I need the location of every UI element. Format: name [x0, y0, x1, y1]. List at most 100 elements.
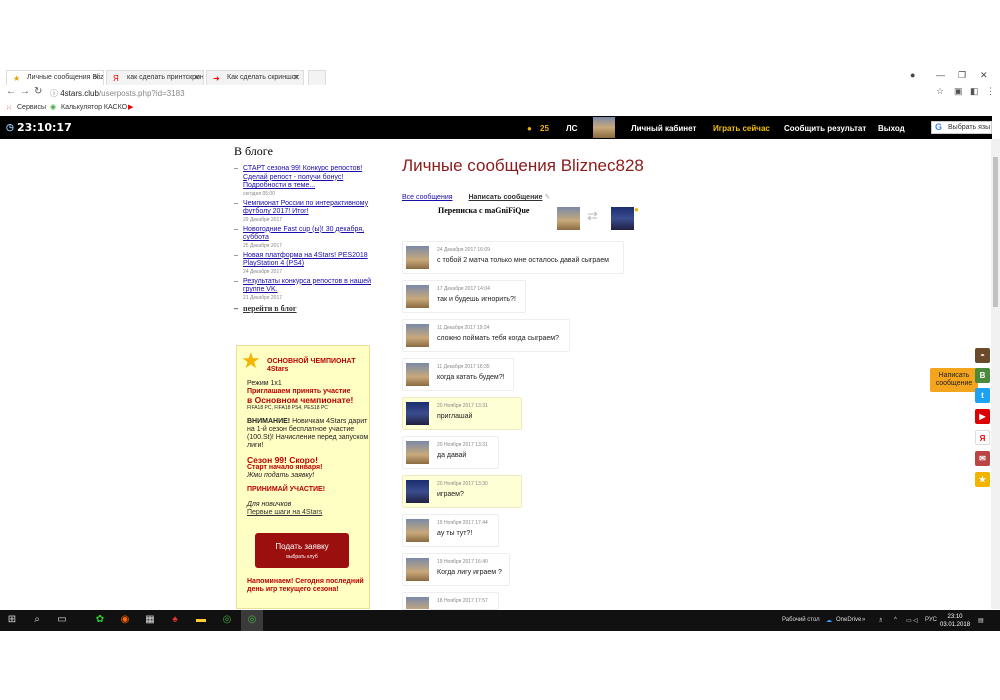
blog-link[interactable]: Новогодние Fast cup (ы)! 30 декабря, суб… [243, 226, 364, 242]
write-message-widget[interactable]: Написать сообщение [930, 368, 978, 392]
desktop-label[interactable]: Рабочий стол [782, 617, 820, 623]
page-scrollbar[interactable] [991, 139, 1000, 609]
all-messages-link[interactable]: Все сообщения [402, 194, 453, 201]
windows-taskbar: ⊞ ⌕ ▭ ✿ ◉ ▦ ♠ ▬ ◎ ◎ Рабочий стол ☁ OneDr… [0, 610, 1000, 631]
notifications-icon[interactable]: ▤ [978, 617, 984, 624]
language-indicator[interactable]: РУС [925, 617, 937, 623]
browser-tab-active[interactable]: ★ Личные сообщения Bliz ✕ [6, 70, 104, 85]
bookmark-services[interactable]: Сервисы [17, 104, 46, 111]
twitter-icon[interactable]: t [975, 388, 990, 403]
avatar[interactable] [593, 117, 615, 138]
info-icon: ⓘ [50, 89, 61, 98]
close-icon[interactable]: ✕ [93, 73, 100, 82]
blog-more-label[interactable]: перейти в блог [243, 304, 297, 313]
promo-season: Сезон 99! Скоро! [247, 455, 318, 465]
close-icon[interactable]: ✕ [293, 73, 300, 82]
windows-start-icon[interactable]: ⊞ [5, 613, 19, 627]
calculator-icon: ◉ [50, 104, 57, 111]
avatar[interactable] [406, 285, 429, 308]
promo-newbies: Для новичков [247, 501, 292, 508]
task-view-icon[interactable]: ▭ [55, 613, 69, 627]
avatar[interactable] [406, 363, 429, 386]
bookmark-star-icon[interactable]: ☆ [936, 86, 944, 97]
avatar[interactable] [406, 441, 429, 464]
tab-label: Личные сообщения Bliz [27, 74, 104, 81]
main-content: Личные сообщения Bliznec828 [402, 156, 922, 176]
apply-button[interactable]: Подать заявку выбрать клуб [255, 533, 349, 568]
blog-item: Результаты конкурса репостов в нашей гру… [234, 278, 374, 302]
new-tab-button[interactable] [308, 70, 326, 85]
write-message-link[interactable]: Написать сообщение [468, 194, 542, 201]
chrome-icon[interactable]: ◎ [245, 613, 259, 627]
tab-label: как сделать принтскрин [127, 74, 204, 81]
person-icon[interactable]: ♗ [878, 617, 883, 624]
message-text: играем? [437, 491, 464, 498]
onedrive-label[interactable]: OneDrive [836, 617, 861, 623]
calculator-icon[interactable]: ▦ [143, 613, 157, 627]
avatar[interactable] [406, 519, 429, 542]
minimize-icon[interactable]: — [936, 70, 945, 80]
apps-icon[interactable]: ⁙ [6, 104, 12, 112]
blog-link[interactable]: Новая платформа на 4Stars! PES2018 PlayS… [243, 252, 368, 268]
my-avatar[interactable] [557, 207, 580, 230]
site-top-bar: ◷ 23:10:17 ● 25 ЛС Личный кабинет Играть… [0, 116, 992, 139]
bookmark-kasko[interactable]: Калькулятор КАСКО [61, 104, 127, 111]
yandex-icon[interactable]: Я [975, 430, 990, 445]
translate-widget[interactable]: G Выбрать язы [931, 121, 992, 134]
clock[interactable]: 23:10 03.01.2018 [940, 613, 970, 629]
maximize-icon[interactable]: ❐ [958, 70, 966, 81]
back-icon[interactable]: ← [6, 86, 16, 97]
browser-tab[interactable]: Я как сделать принтскрин ✕ [106, 70, 204, 85]
folder-icon[interactable]: ▬ [194, 613, 208, 627]
tab-label: Как сделать скриншот [227, 74, 299, 81]
chrome-icon[interactable]: ◎ [220, 613, 234, 627]
close-window-icon[interactable]: ✕ [980, 70, 988, 81]
blog-date: 21 Декабря 2017 [243, 294, 283, 301]
nav-report-result[interactable]: Сообщить результат [784, 124, 866, 133]
avatar[interactable] [406, 402, 429, 425]
avatar[interactable] [406, 480, 429, 503]
blog-link[interactable]: СТАРТ сезона 99! Конкурс репостов! Сдела… [243, 165, 362, 189]
blog-section: В блоге СТАРТ сезона 99! Конкурс репосто… [234, 144, 374, 313]
extension-icon[interactable]: ▣ [954, 86, 963, 97]
message-date: 20 Ноября 2017 13:30 [437, 481, 488, 487]
menu-icon[interactable]: ⋮ [986, 86, 995, 97]
scrollbar-thumb[interactable] [993, 157, 998, 307]
message-item-own: 20 Ноября 2017 13:31 приглашай [402, 397, 522, 430]
app-icon[interactable]: ◉ [118, 613, 132, 627]
ball-icon[interactable]: ◓ [975, 348, 990, 363]
nav-ls[interactable]: ЛС [566, 124, 577, 133]
forward-icon[interactable]: → [20, 86, 30, 97]
avatar[interactable] [406, 246, 429, 269]
blog-more-link[interactable]: перейти в блог [234, 304, 374, 313]
avatar[interactable] [406, 597, 429, 609]
vk-icon[interactable]: В [975, 368, 990, 383]
promo-first-steps-link[interactable]: Первые шаги на 4Stars [247, 509, 369, 517]
close-icon[interactable]: ✕ [193, 73, 200, 82]
youtube-icon[interactable]: ▶ [128, 103, 133, 111]
youtube-icon[interactable]: ▶ [975, 409, 990, 424]
browser-tab[interactable]: ➜ Как сделать скриншот ✕ [206, 70, 304, 85]
nav-logout[interactable]: Выход [878, 124, 905, 133]
chevron-up-icon[interactable]: ^ [894, 617, 897, 623]
avatar[interactable] [406, 324, 429, 347]
extension-icon[interactable]: ◧ [970, 86, 979, 97]
partner-avatar[interactable] [611, 207, 634, 230]
reload-icon[interactable]: ↻ [34, 86, 42, 97]
avatar[interactable] [406, 558, 429, 581]
app-icon[interactable]: ✿ [93, 613, 107, 627]
star-icon[interactable]: ★ [975, 472, 990, 487]
app-icon[interactable]: ♠ [168, 613, 182, 627]
nav-cabinet[interactable]: Личный кабинет [631, 124, 696, 133]
volume-icon[interactable]: ◁ [913, 617, 918, 624]
mail-icon[interactable]: ✉ [975, 451, 990, 466]
chevron-icon[interactable]: » [862, 617, 865, 623]
profile-icon[interactable]: ● [910, 70, 915, 80]
search-icon[interactable]: ⌕ [30, 613, 44, 627]
blog-link[interactable]: Чемпионат России по интерактивному футбо… [243, 200, 368, 216]
battery-icon[interactable]: ▭ [906, 617, 912, 624]
blog-date: 29 Декабря 2017 [243, 216, 283, 223]
blog-link[interactable]: Результаты конкурса репостов в нашей гру… [243, 278, 371, 294]
nav-play-now[interactable]: Играть сейчас [713, 124, 770, 133]
url-input[interactable]: ⓘ 4stars.club/userposts.php?id=3183 [46, 86, 946, 100]
